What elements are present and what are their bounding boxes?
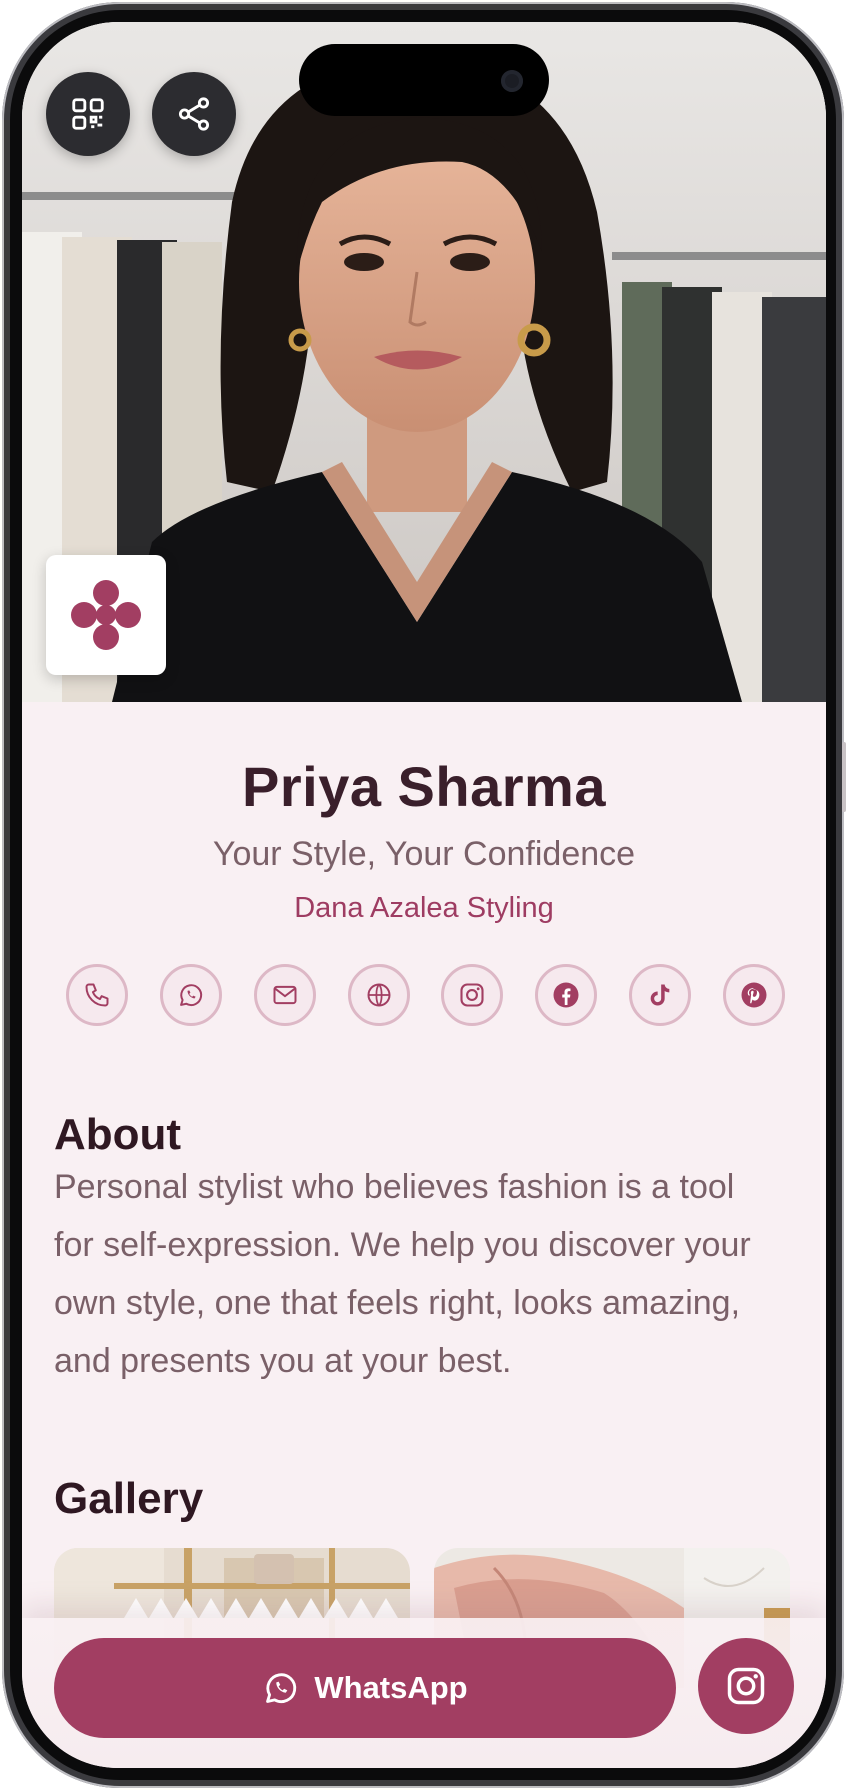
phone-icon xyxy=(85,983,109,1007)
phone-link[interactable] xyxy=(66,964,128,1026)
facebook-icon xyxy=(553,982,579,1008)
website-link[interactable] xyxy=(348,964,410,1026)
whatsapp-button-label: WhatsApp xyxy=(314,1670,468,1705)
tiktok-icon xyxy=(650,984,670,1006)
instagram-link[interactable] xyxy=(441,964,503,1026)
pinterest-link[interactable] xyxy=(723,964,785,1026)
gallery-heading: Gallery xyxy=(54,1474,204,1523)
brand-logo xyxy=(46,555,166,675)
profile-tagline: Your Style, Your Confidence xyxy=(212,835,636,873)
whatsapp-button[interactable]: WhatsApp xyxy=(54,1638,676,1738)
profile-company: Dana Azalea Styling xyxy=(294,892,554,924)
share-button[interactable] xyxy=(152,72,236,156)
facebook-link[interactable] xyxy=(535,964,597,1026)
email-icon xyxy=(273,985,297,1005)
flower-logo-icon xyxy=(71,580,141,650)
bottom-action-bar: WhatsApp xyxy=(22,1618,826,1768)
whatsapp-icon xyxy=(180,984,203,1007)
tiktok-link[interactable] xyxy=(629,964,691,1026)
whatsapp-link[interactable] xyxy=(160,964,222,1026)
dynamic-island xyxy=(299,44,549,116)
share-icon xyxy=(178,97,210,131)
instagram-button[interactable] xyxy=(698,1638,794,1734)
profile-name: Priya Sharma xyxy=(242,755,606,818)
social-links xyxy=(66,964,785,1026)
scrollbar[interactable] xyxy=(842,742,846,812)
instagram-icon xyxy=(460,983,484,1007)
pinterest-icon xyxy=(741,982,767,1008)
screen: Priya Sharma Your Style, Your Confidence… xyxy=(22,22,826,1768)
qr-code-button[interactable] xyxy=(46,72,130,156)
camera-icon xyxy=(501,70,523,92)
hero-photo xyxy=(22,22,826,702)
about-heading: About xyxy=(54,1110,182,1159)
email-link[interactable] xyxy=(254,964,316,1026)
qr-code-icon xyxy=(72,98,104,130)
website-icon xyxy=(367,983,391,1007)
whatsapp-icon xyxy=(266,1673,297,1704)
instagram-icon xyxy=(727,1667,765,1705)
about-text: Personal stylist who believes fashion is… xyxy=(54,1168,751,1380)
